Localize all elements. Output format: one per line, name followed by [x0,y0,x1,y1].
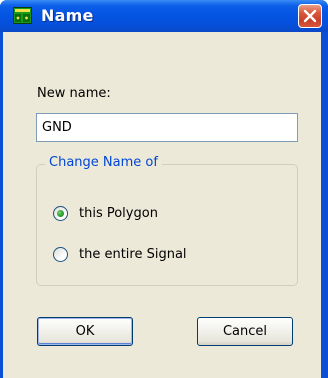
radio-button-unselected[interactable] [53,246,68,262]
close-icon [303,9,317,23]
close-button[interactable] [298,4,322,28]
title-bar[interactable]: Name [0,0,328,32]
radio-this-polygon-label[interactable]: this Polygon [79,206,158,221]
radio-entire-signal[interactable]: the entire Signal [53,244,187,264]
new-name-input[interactable] [36,113,298,142]
cancel-button[interactable]: Cancel [197,317,293,346]
window-right-border [321,32,325,378]
radio-button-selected[interactable] [53,205,68,221]
change-name-groupbox [36,164,298,286]
radio-this-polygon[interactable]: this Polygon [53,203,158,223]
groupbox-title: Change Name of [45,155,162,170]
window-title: Name [41,6,94,25]
board-chip-icon [13,7,32,24]
ok-button[interactable]: OK [37,317,133,346]
new-name-label: New name: [37,86,111,101]
radio-selected-dot [57,209,64,217]
radio-entire-signal-label[interactable]: the entire Signal [79,247,187,262]
